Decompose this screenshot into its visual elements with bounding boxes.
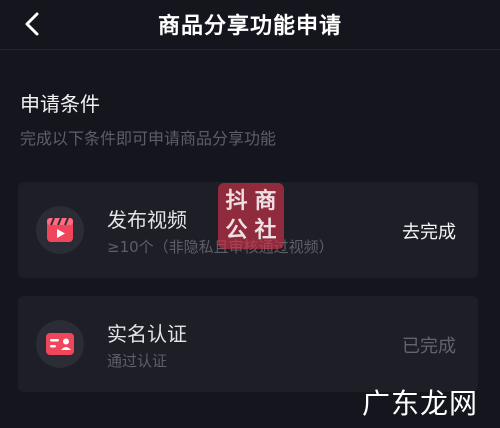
page-title: 商品分享功能申请	[157, 14, 342, 39]
task-icon-wrapper	[36, 206, 84, 254]
stamp-char: 社	[254, 217, 277, 243]
id-card-icon	[46, 333, 74, 355]
task-subtitle: 通过认证	[107, 352, 168, 370]
completed-label: 已完成	[402, 336, 456, 357]
go-complete-button[interactable]: 去完成	[402, 218, 456, 244]
stamp-char: 抖	[225, 188, 248, 214]
video-clapper-icon	[47, 217, 73, 242]
task-title: 实名认证	[107, 322, 187, 346]
nav-bar: 商品分享功能申请	[0, 0, 500, 50]
task-title: 发布视频	[107, 208, 187, 232]
stamp-char: 商	[254, 188, 277, 214]
section-subtitle: 完成以下条件即可申请商品分享功能	[20, 129, 277, 148]
task-icon-wrapper	[36, 320, 84, 368]
watermark-text: 广东龙网	[362, 387, 479, 420]
section-title: 申请条件	[20, 92, 100, 116]
task-card-real-name: 实名认证 通过认证 已完成	[18, 296, 478, 392]
stamp-char: 公	[225, 217, 248, 243]
logo-stamp: 抖 商 公 社	[218, 183, 284, 249]
